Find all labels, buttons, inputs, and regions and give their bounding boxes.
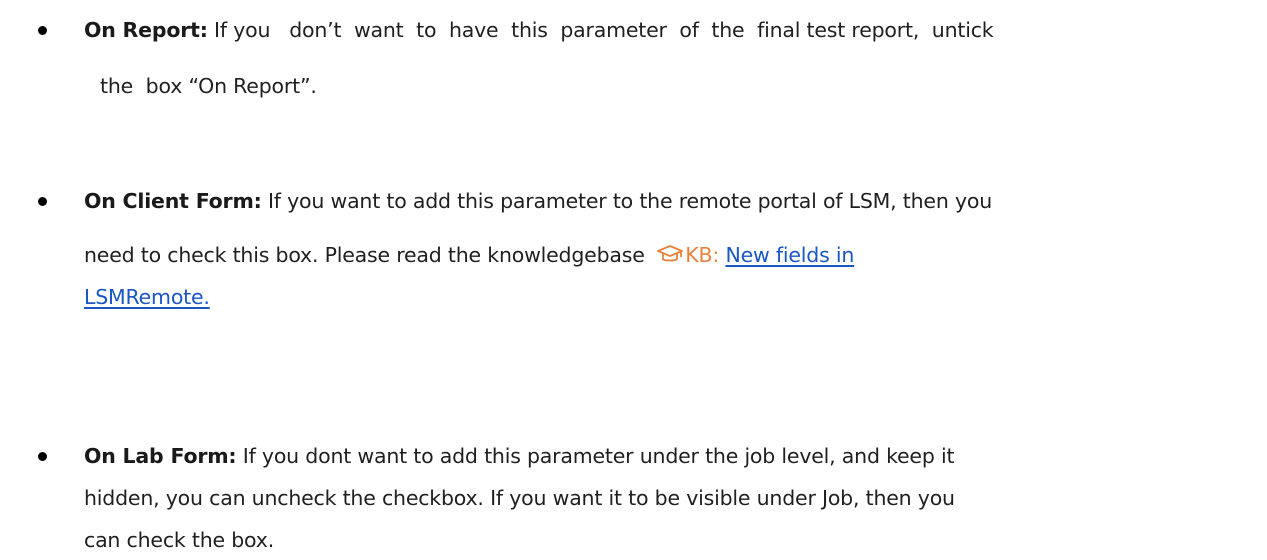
bullet-text: need to check this box. Please read the … <box>84 243 658 267</box>
graduation-cap-icon <box>657 243 684 273</box>
kb-label: KB: <box>685 243 720 267</box>
bullet-text: hidden, you can uncheck the checkbox. If… <box>84 486 955 510</box>
term-on-report: On Report: <box>84 18 208 42</box>
bullet-text: can check the box. <box>84 528 275 552</box>
bullet-dot <box>38 197 47 206</box>
kb-link-lsmremote[interactable]: LSMRemote. <box>84 285 210 309</box>
document-page: On Report: If you don’t want to have thi… <box>0 0 1267 560</box>
bullet-text: If you don’t want to have this parameter… <box>207 18 994 42</box>
kb-reference: KB: <box>657 243 725 267</box>
bullet-line: need to check this box. Please read the … <box>84 240 854 270</box>
bullet-text: If you want to add this parameter to the… <box>261 189 993 213</box>
bullet-dot <box>38 452 47 461</box>
bullet-line: On Client Form: If you want to add this … <box>84 186 992 216</box>
bullet-text: the box “On Report”. <box>100 74 317 98</box>
term-on-lab-form: On Lab Form: <box>84 444 237 468</box>
bullet-text: If you dont want to add this parameter u… <box>236 444 955 468</box>
bullet-dot <box>38 26 47 35</box>
bullet-line: On Lab Form: If you dont want to add thi… <box>84 441 955 471</box>
bullet-line: On Report: If you don’t want to have thi… <box>84 15 994 45</box>
bullet-line: LSMRemote. <box>84 282 210 312</box>
term-on-client-form: On Client Form: <box>84 189 262 213</box>
kb-link-new-fields[interactable]: New fields in <box>725 243 854 267</box>
